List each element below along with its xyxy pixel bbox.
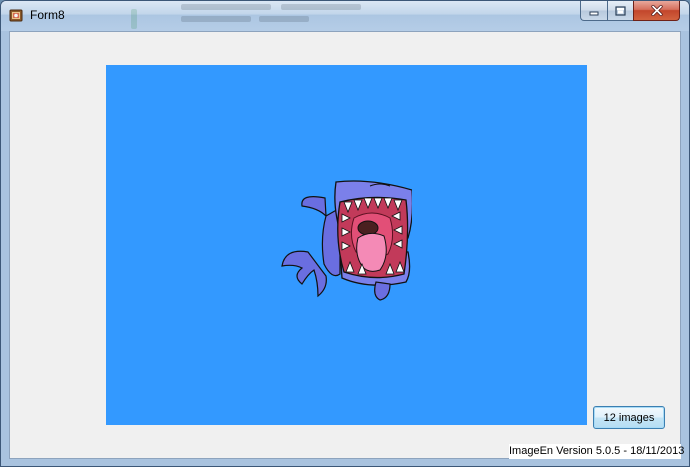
app-icon — [9, 9, 23, 22]
background-window-ghost — [131, 1, 391, 31]
minimize-button[interactable] — [580, 1, 607, 21]
caption-buttons — [580, 1, 680, 22]
close-button[interactable] — [633, 1, 680, 21]
maximize-button[interactable] — [607, 1, 633, 21]
close-icon — [650, 5, 663, 16]
maximize-icon — [615, 5, 626, 16]
app-window: Form8 12 images ImageEn Version 5.0.5 - … — [0, 0, 690, 467]
client-area: 12 images ImageEn Version 5.0.5 - 18/11/… — [9, 31, 685, 459]
window-title: Form8 — [30, 8, 65, 22]
images-count-button[interactable]: 12 images — [593, 406, 665, 429]
version-label: ImageEn Version 5.0.5 - 18/11/2013 — [509, 444, 685, 459]
minimize-icon — [589, 11, 599, 15]
shark-image — [281, 180, 412, 301]
image-viewer[interactable] — [106, 65, 587, 425]
title-bar[interactable]: Form8 — [1, 1, 689, 31]
